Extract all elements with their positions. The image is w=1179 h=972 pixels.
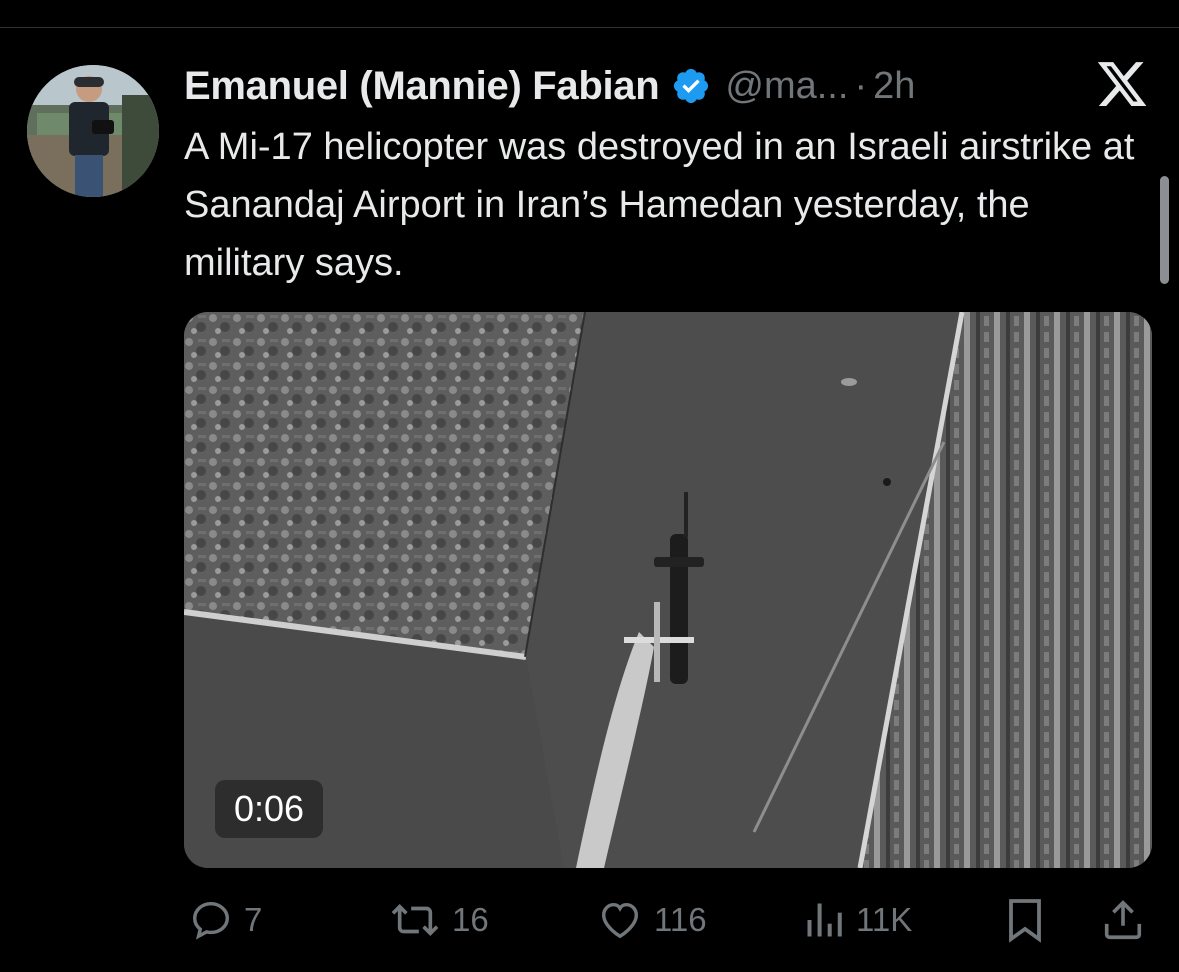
separator-dot: · [854,64,868,107]
bookmark-icon [1009,899,1041,943]
top-divider [0,27,1179,28]
video-duration-badge: 0:06 [215,780,323,838]
action-bar: 7 16 116 11K [0,890,1179,950]
reply-icon [192,901,230,940]
repost-count: 16 [452,901,489,938]
tweet-header: Emanuel (Mannie) Fabian @ma... · 2h [184,58,915,114]
reply-button[interactable]: 7 [188,890,262,950]
like-button[interactable]: 116 [596,890,707,950]
avatar[interactable] [27,65,159,197]
share-icon [1104,900,1142,940]
like-count: 116 [654,901,707,938]
scrollbar[interactable] [1160,176,1169,284]
heart-icon [601,902,639,939]
avatar-image [27,65,159,197]
x-logo-icon [1094,57,1150,111]
timestamp[interactable]: 2h [873,65,915,108]
verified-badge-icon [671,66,711,106]
bookmark-button[interactable] [1004,890,1046,950]
views-count: 11K [856,901,913,938]
author-handle[interactable]: @ma... [725,65,848,108]
video-thumbnail[interactable] [184,312,1152,868]
author-name[interactable]: Emanuel (Mannie) Fabian [184,64,660,109]
views-button[interactable]: 11K [802,890,912,950]
repost-icon [391,904,439,936]
share-button[interactable] [1100,890,1146,950]
repost-button[interactable]: 16 [388,890,489,950]
reply-count: 7 [244,901,263,938]
aerial-video-frame [184,312,1152,868]
tweet-text: A Mi-17 helicopter was destroyed in an I… [184,126,1135,284]
views-icon [807,903,842,937]
